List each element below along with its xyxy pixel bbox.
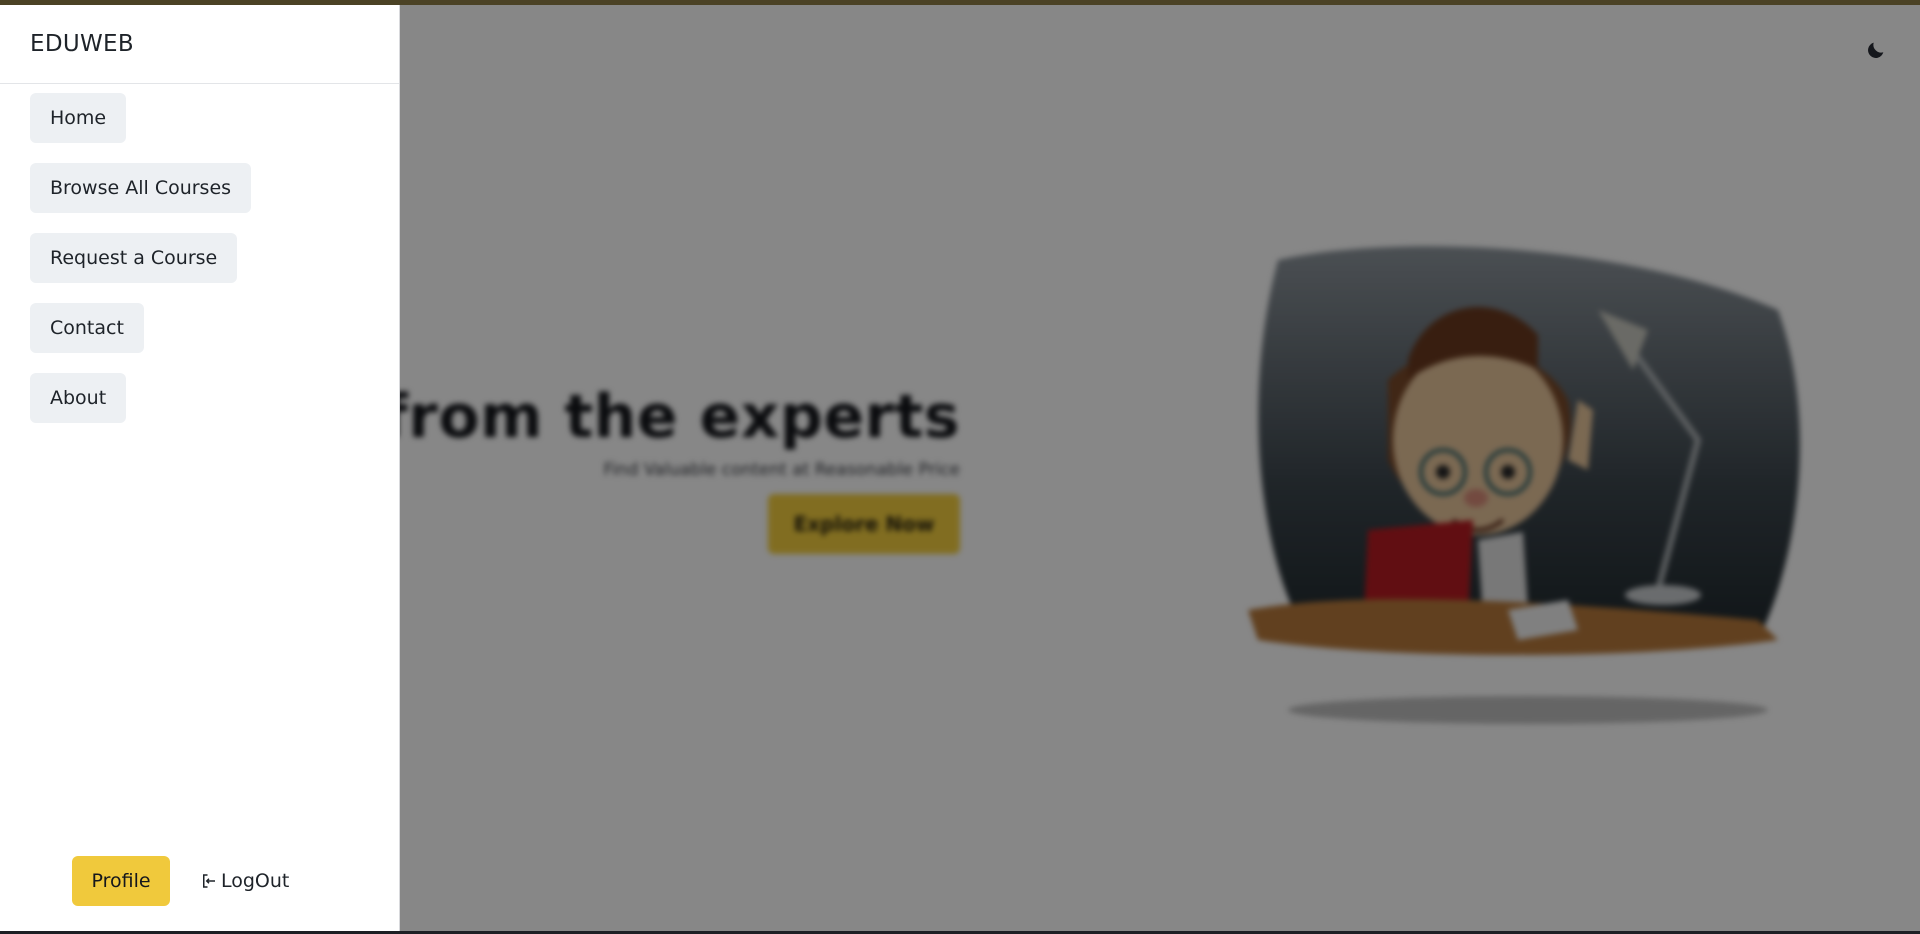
drawer-header: EDUWEB [0, 5, 399, 84]
brand-logo[interactable]: EDUWEB [30, 31, 134, 57]
logout-icon [203, 874, 215, 888]
drawer-footer: Profile LogOut [0, 831, 400, 931]
nav-item-browse-all-courses[interactable]: Browse All Courses [30, 163, 252, 213]
drawer-nav: Home Browse All Courses Request a Course… [0, 84, 399, 443]
logout-label: LogOut [221, 870, 290, 892]
theme-toggle-button[interactable] [1862, 36, 1890, 64]
logout-button[interactable]: LogOut [200, 870, 289, 892]
side-drawer: EDUWEB Home Browse All Courses Request a… [0, 5, 400, 931]
nav-item-home[interactable]: Home [30, 93, 127, 143]
nav-item-request-a-course[interactable]: Request a Course [30, 233, 238, 283]
profile-button[interactable]: Profile [72, 856, 170, 906]
moon-icon [1868, 42, 1884, 58]
nav-item-about[interactable]: About [30, 373, 127, 423]
nav-item-contact[interactable]: Contact [30, 303, 144, 353]
